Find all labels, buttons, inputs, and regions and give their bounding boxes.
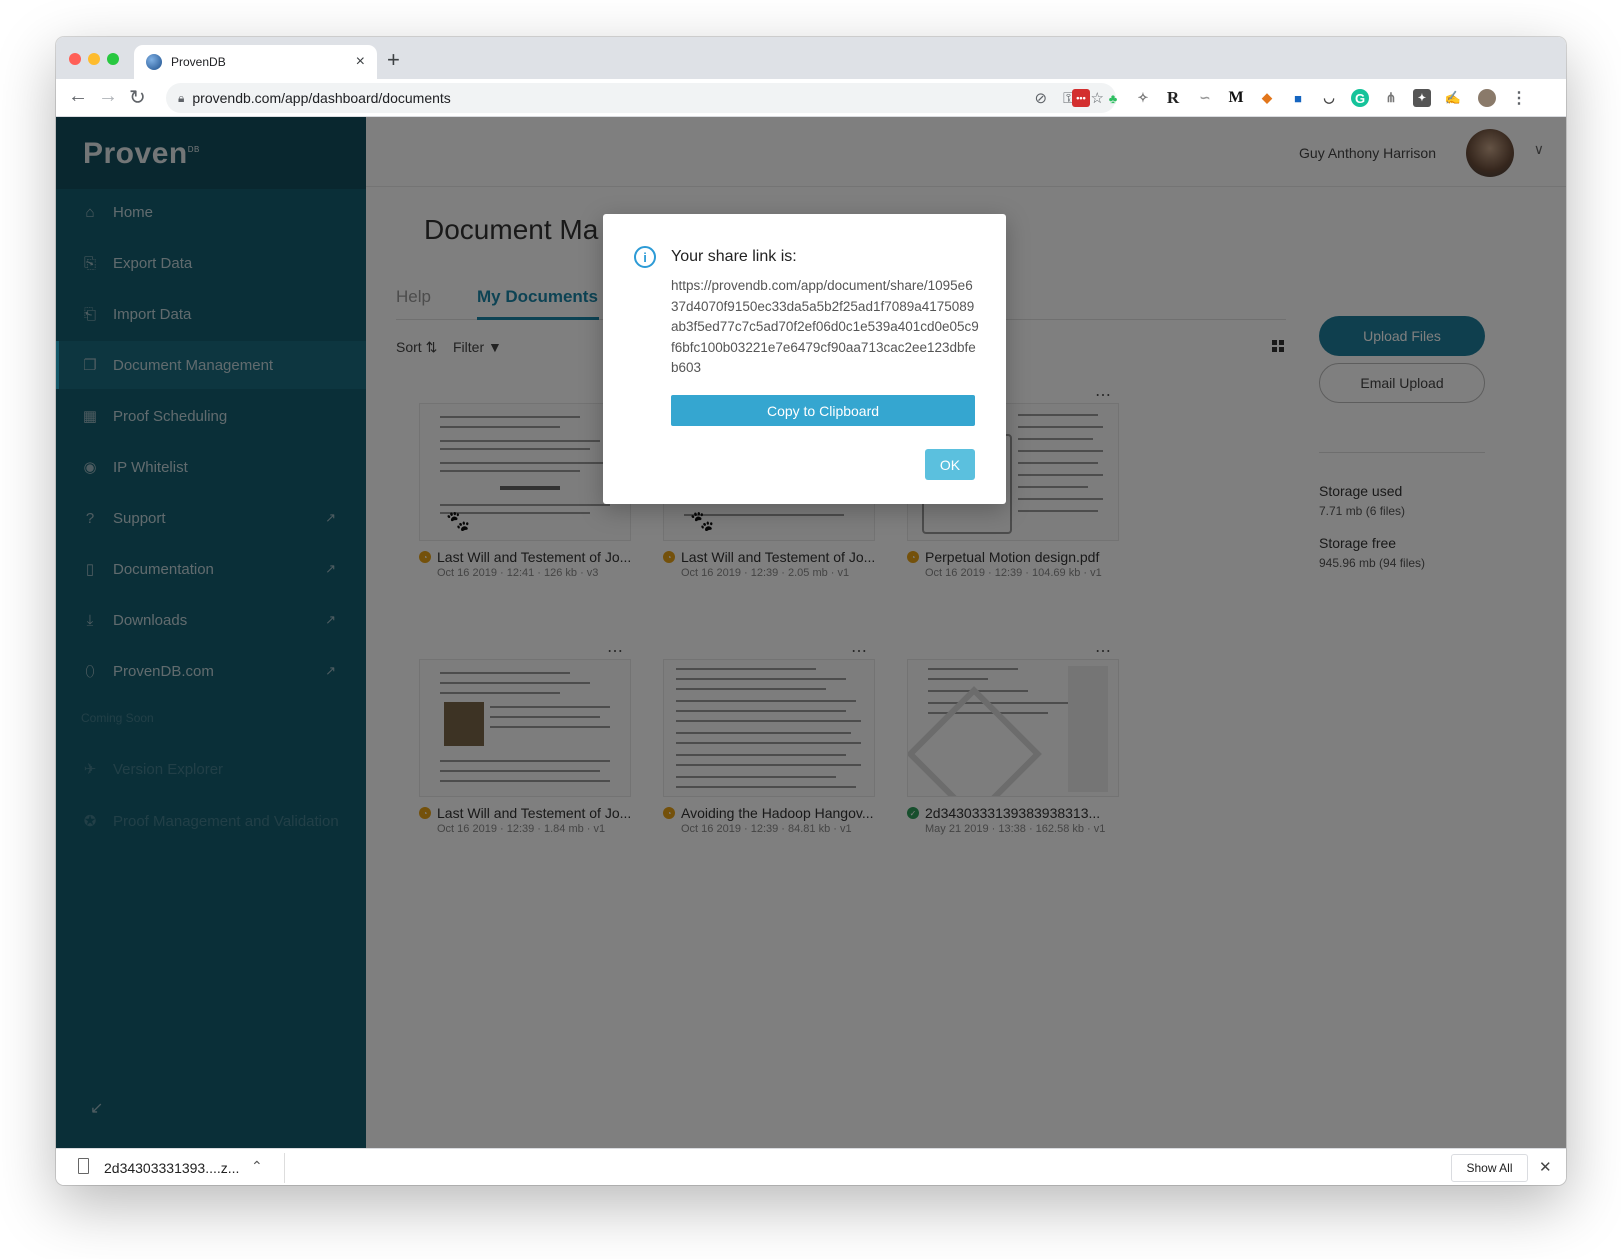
provendb-app: ProvenDB ⌂ Home ⎘ Export Data ⎗ Import D… — [56, 117, 1566, 1148]
forward-arrow-icon[interactable]: → — [98, 85, 118, 108]
tab-close-icon[interactable]: × — [356, 53, 365, 71]
extension-bookmark-icon[interactable]: ■ — [1289, 89, 1307, 107]
extension-medium-icon[interactable]: M — [1227, 89, 1245, 107]
tab-title: ProvenDB — [171, 55, 226, 69]
share-link-modal: i Your share link is: https://provendb.c… — [603, 214, 1006, 504]
extension-r-icon[interactable]: R — [1164, 88, 1182, 107]
download-divider — [284, 1153, 285, 1183]
browser-menu-icon[interactable]: ⋮ — [1510, 89, 1528, 107]
chevron-up-icon[interactable]: ⌃ — [251, 1158, 263, 1175]
extension-signature-icon[interactable]: ✍ — [1444, 89, 1462, 107]
info-icon: i — [634, 246, 656, 268]
lock-icon: 🔒︎ — [178, 90, 185, 105]
zoom-window-button[interactable] — [107, 53, 119, 65]
extension-puzzle-icon[interactable]: ✦ — [1413, 89, 1431, 107]
extension-handshake-icon[interactable]: ∽ — [1196, 89, 1214, 107]
star-icon[interactable]: ☆ — [1091, 89, 1104, 107]
reload-icon[interactable]: ↻ — [129, 85, 146, 110]
modal-title: Your share link is: — [671, 248, 797, 265]
extension-metamask-icon[interactable]: ◆ — [1258, 89, 1276, 107]
extension-evernote-icon[interactable]: ♣ — [1104, 89, 1122, 107]
url-text[interactable]: provendb.com/app/dashboard/documents — [192, 90, 1018, 106]
share-link-text[interactable]: https://provendb.com/app/document/share/… — [671, 276, 979, 379]
extension-lastpass-icon[interactable]: ••• — [1072, 89, 1090, 107]
download-file-name[interactable]: 2d34303331393....z... — [104, 1160, 239, 1176]
back-arrow-icon[interactable]: ← — [68, 85, 88, 108]
blocked-content-icon[interactable]: ⊘ — [1035, 89, 1048, 107]
provendb-favicon-icon — [146, 54, 162, 70]
ok-button[interactable]: OK — [925, 449, 975, 480]
browser-toolbar: ← → ↻ 🔒︎ provendb.com/app/dashboard/docu… — [56, 79, 1566, 117]
minimize-window-button[interactable] — [88, 53, 100, 65]
profile-avatar-icon[interactable] — [1478, 89, 1496, 107]
new-tab-button[interactable]: + — [387, 47, 400, 73]
browser-tab[interactable]: ProvenDB × — [134, 45, 377, 79]
extension-grammarly-icon[interactable]: G — [1351, 89, 1369, 107]
extension-pocket-icon[interactable]: ◡ — [1320, 89, 1338, 107]
close-window-button[interactable] — [69, 53, 81, 65]
extension-generic-icon[interactable]: ✧ — [1134, 89, 1152, 107]
file-icon — [78, 1158, 89, 1174]
download-bar: 2d34303331393....z... ⌃ Show All ✕ — [56, 1148, 1566, 1185]
tab-strip: ProvenDB × + — [56, 37, 1566, 79]
address-bar[interactable]: 🔒︎ provendb.com/app/dashboard/documents … — [166, 83, 1116, 113]
close-icon[interactable]: ✕ — [1539, 1158, 1552, 1176]
extension-tree-icon[interactable]: ⋔ — [1382, 89, 1400, 107]
show-all-button[interactable]: Show All — [1451, 1154, 1528, 1182]
browser-window: ProvenDB × + ← → ↻ 🔒︎ provendb.com/app/d… — [56, 37, 1566, 1185]
copy-to-clipboard-button[interactable]: Copy to Clipboard — [671, 395, 975, 426]
